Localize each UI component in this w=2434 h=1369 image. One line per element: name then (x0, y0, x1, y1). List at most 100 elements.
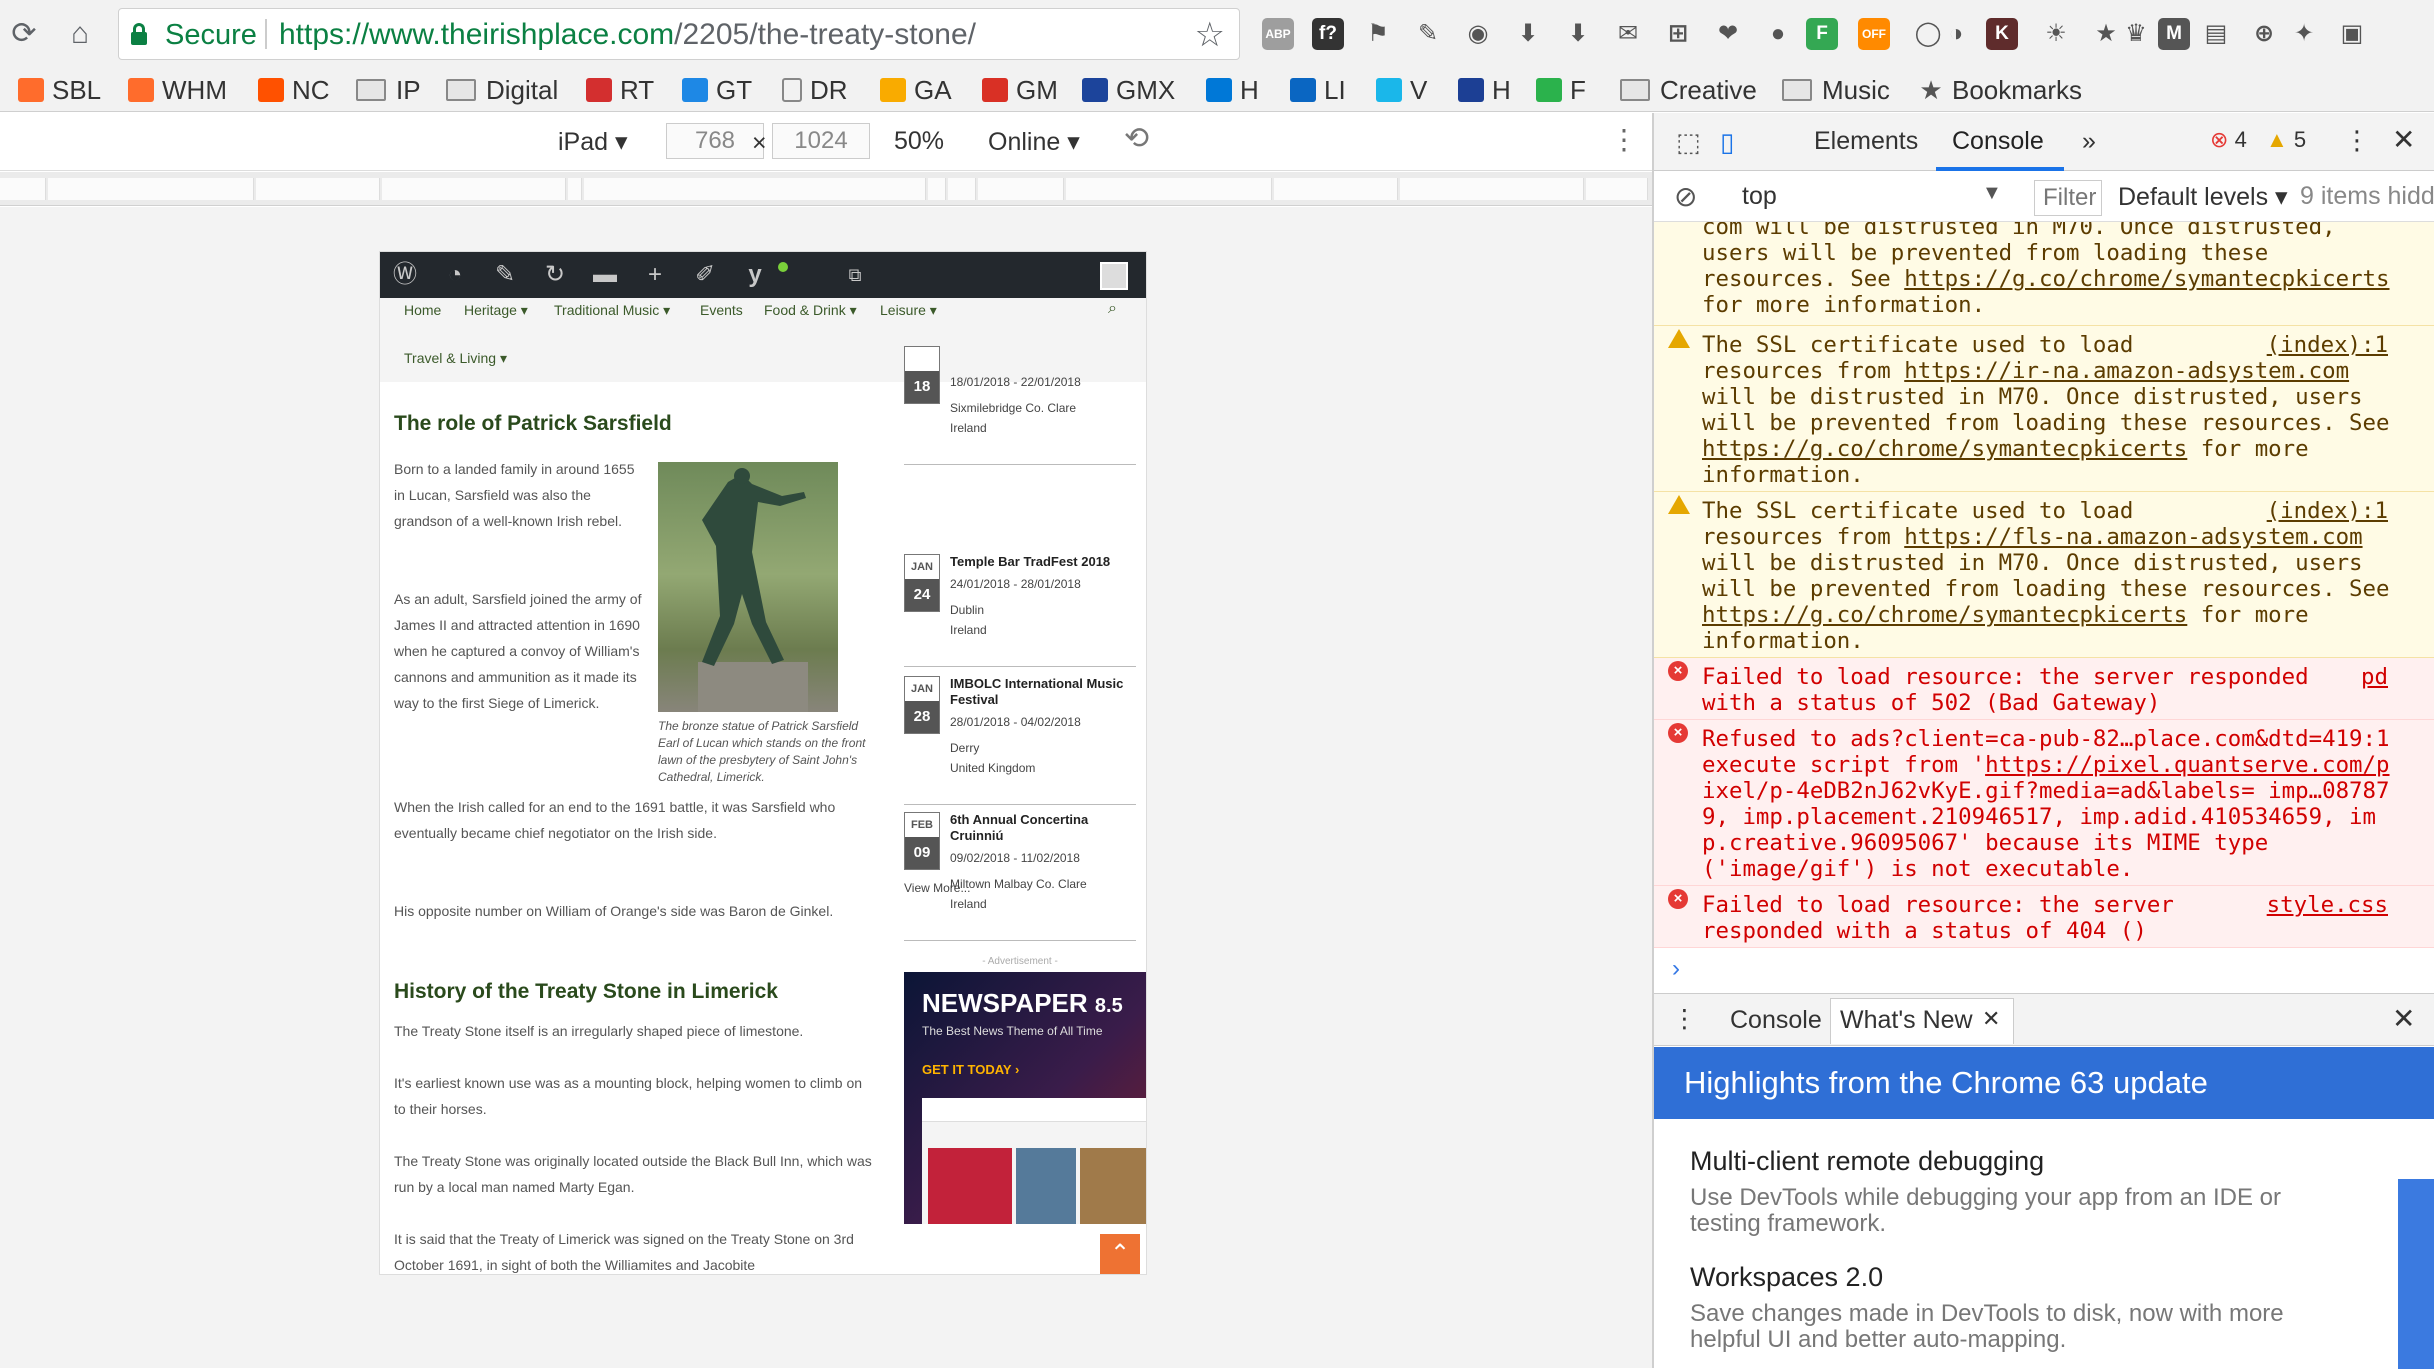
extension-icon[interactable]: M (2158, 18, 2190, 50)
extension-icon[interactable]: ⚑ (1362, 18, 1394, 50)
context-dropdown-icon[interactable]: ▼ (1982, 182, 2002, 205)
close-tab-icon[interactable]: ✕ (1982, 1006, 2000, 1032)
bookmark-ip[interactable]: IP (356, 74, 421, 106)
inspect-element-icon[interactable]: ⬚ (1676, 127, 1701, 158)
event-title[interactable]: Temple Bar TradFest 2018 (950, 554, 1136, 570)
reload-icon[interactable]: ⟳ (4, 14, 44, 54)
newspaper-ad[interactable]: NEWSPAPER 8.5 The Best News Theme of All… (904, 972, 1146, 1224)
edit-icon[interactable]: ✐ (690, 260, 720, 290)
tab-elements[interactable]: Elements (1814, 127, 1918, 156)
error-counter[interactable]: ⊗ 4 (2210, 127, 2247, 153)
bookmark-gt[interactable]: GT (682, 74, 752, 106)
extension-icon[interactable]: ▣ (2336, 18, 2368, 50)
event-title[interactable]: 6th Annual Concertina Cruinniú (950, 812, 1136, 844)
nav-leisure[interactable]: Leisure ▾ (880, 302, 937, 319)
customize-icon[interactable]: ✎ (490, 260, 520, 290)
home-icon[interactable]: ⌂ (60, 14, 100, 54)
bookmark-bookmarks[interactable]: ★ Bookmarks (1918, 74, 2082, 106)
extension-icon[interactable]: ▤ (2200, 18, 2232, 50)
bookmark-f[interactable]: F (1536, 74, 1586, 106)
emulated-page[interactable]: Ⓦ ◔ ✎ ↻ ▬ + ✐ y ⧉ Home Heritage ▾ Tradit… (379, 251, 1147, 1275)
nav-heritage[interactable]: Heritage ▾ (464, 302, 528, 319)
extension-icon[interactable]: f? (1312, 18, 1344, 50)
bookmark-nc[interactable]: NC (258, 74, 330, 106)
extension-icon[interactable]: ✉ (1612, 18, 1644, 50)
scroll-to-top-button[interactable]: ⌃ (1100, 1234, 1140, 1274)
nav-events[interactable]: Events (700, 302, 743, 318)
media-query-bar[interactable] (0, 172, 1652, 206)
extension-icon[interactable]: ❤ (1712, 18, 1744, 50)
extension-icon[interactable]: ● (1762, 18, 1794, 50)
view-more-link[interactable]: View More... (904, 878, 1090, 898)
extension-icon[interactable]: ✦ (2288, 18, 2320, 50)
log-levels-select[interactable]: Default levels ▾ (2118, 182, 2288, 212)
bookmark-h[interactable]: H (1206, 74, 1259, 106)
close-drawer-icon[interactable]: ✕ (2392, 1002, 2415, 1035)
rotate-icon[interactable]: ⟲ (1124, 121, 1149, 156)
warning-counter[interactable]: ▲ 5 (2266, 127, 2306, 153)
bookmark-whm[interactable]: WHM (128, 74, 227, 106)
extension-icon[interactable]: ☀ (2040, 18, 2072, 50)
extension-icon[interactable]: ⬇ (1562, 18, 1594, 50)
whats-new-item[interactable]: Workspaces 2.0 Save changes made in DevT… (1690, 1262, 2340, 1353)
tab-console[interactable]: Console (1952, 127, 2044, 156)
context-select[interactable]: top (1742, 182, 1777, 211)
width-input[interactable]: 768 (666, 123, 764, 159)
bookmark-gm[interactable]: GM (982, 74, 1058, 106)
bookmark-v[interactable]: V (1376, 74, 1427, 106)
device-mode-icon[interactable]: ▯ (1720, 127, 1734, 158)
drawer-tab-whats-new[interactable]: What's New (1840, 1006, 1973, 1035)
bookmark-dr[interactable]: DR (782, 74, 848, 106)
extension-icon[interactable]: ⊕ (2248, 18, 2280, 50)
console-filter-input[interactable]: Filter (2034, 180, 2102, 216)
height-input[interactable]: 1024 (772, 123, 870, 159)
extension-icon[interactable]: F (1806, 18, 1838, 50)
wordpress-icon[interactable]: Ⓦ (390, 260, 420, 290)
bookmark-sbl[interactable]: SBL (18, 74, 101, 106)
more-options-icon[interactable]: ⋮ (1610, 123, 1638, 156)
bookmark-star-icon[interactable]: ☆ (1195, 15, 1225, 55)
extension-icon[interactable]: ⊞ (1662, 18, 1694, 50)
nav-traditional-music[interactable]: Traditional Music ▾ (554, 302, 670, 319)
console-source-link[interactable]: style.css (2267, 892, 2388, 918)
extension-icon[interactable]: ♛ (2120, 18, 2152, 50)
bookmark-ga[interactable]: GA (880, 74, 952, 106)
network-select[interactable]: Online ▾ (988, 127, 1080, 157)
event-title[interactable]: IMBOLC International Music Festival (950, 676, 1136, 708)
bookmark-digital[interactable]: Digital (446, 74, 558, 106)
console-error[interactable]: × Failed to load resource: the server resp… (1654, 886, 2434, 948)
device-select[interactable]: iPad ▾ (558, 127, 628, 157)
console-source-link[interactable]: (index):1 (2267, 332, 2388, 358)
console-source-link[interactable]: pd (2361, 664, 2388, 690)
yoast-icon[interactable]: y (740, 260, 770, 290)
ad-cta[interactable]: GET IT TODAY › (922, 1062, 1019, 1077)
extension-icon[interactable]: ★ (2090, 18, 2122, 50)
extension-icon[interactable]: K (1986, 18, 2018, 50)
close-devtools-icon[interactable]: ✕ (2392, 123, 2415, 156)
console-source-link[interactable]: (index):1 (2267, 498, 2388, 524)
console-prompt-icon[interactable]: › (1672, 955, 1680, 983)
whats-new-item[interactable]: Multi-client remote debugging Use DevToo… (1690, 1146, 2340, 1237)
console-warning[interactable]: com will be distrusted in M70. Once dist… (1654, 222, 2434, 326)
more-tabs-icon[interactable]: » (2082, 127, 2096, 156)
console-warning[interactable]: The SSL certificate used to load resource… (1654, 492, 2434, 658)
extension-icon[interactable]: OFF (1858, 18, 1890, 50)
bookmark-music[interactable]: Music (1782, 74, 1890, 106)
drawer-tab-console[interactable]: Console (1730, 1006, 1822, 1035)
comments-icon[interactable]: ▬ (590, 260, 620, 290)
dashboard-icon[interactable]: ◔ (440, 260, 470, 290)
address-bar[interactable]: Secure https://www.theirishplace.com/220… (118, 8, 1240, 60)
updates-icon[interactable]: ↻ (540, 260, 570, 290)
bookmark-h[interactable]: H (1458, 74, 1511, 106)
zoom-select[interactable]: 50% (894, 127, 944, 156)
bookmark-gmx[interactable]: GMX (1082, 74, 1175, 106)
drawer-menu-icon[interactable]: ⋮ (1672, 1004, 1697, 1034)
bookmark-creative[interactable]: Creative (1620, 74, 1757, 106)
extension-icon[interactable]: ⬇ (1512, 18, 1544, 50)
console-warning[interactable]: The SSL certificate used to load resource… (1654, 326, 2434, 492)
console-error[interactable]: × Refused to ads?client=ca-pub-82…place.c… (1654, 720, 2434, 886)
clear-console-icon[interactable]: ⊘ (1674, 180, 1697, 213)
extension-icon[interactable]: ✎ (1412, 18, 1444, 50)
extension-icon[interactable]: ABP (1262, 18, 1294, 50)
extension-icon[interactable]: ◑ (1940, 18, 1972, 50)
